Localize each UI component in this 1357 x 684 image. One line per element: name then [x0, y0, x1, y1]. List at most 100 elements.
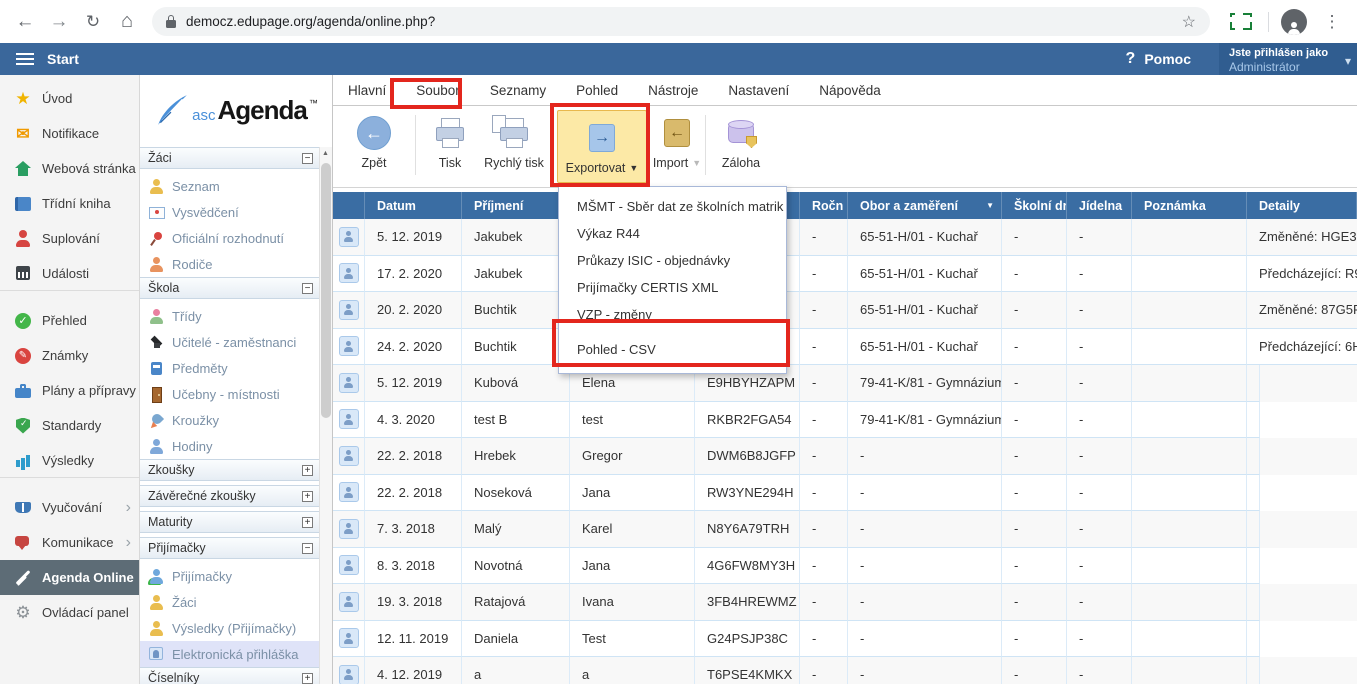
print-button[interactable]: Tisk: [423, 110, 477, 170]
table-row[interactable]: 4. 3. 2020 test B test RKBR2FGA54 - 79-4…: [333, 402, 1357, 439]
agenda-item[interactable]: Přijímačky: [140, 563, 319, 589]
export-menu-item[interactable]: Pohled - CSV: [559, 336, 786, 363]
group-header-ciselniky[interactable]: Číselníky: [140, 667, 319, 684]
table-row[interactable]: 22. 2. 2018 Noseková Jana RW3YNE294H - -…: [333, 475, 1357, 512]
agenda-item[interactable]: Výsledky (Přijímačky): [140, 615, 319, 641]
group-header-prijimacky[interactable]: Přijímačky: [140, 537, 319, 559]
agenda-item[interactable]: Hodiny: [140, 433, 319, 459]
import-button[interactable]: Import ▼: [651, 110, 703, 170]
expand-plus-icon[interactable]: [302, 673, 313, 684]
address-bar[interactable]: democz.edupage.org/agenda/online.php?: [152, 7, 1210, 36]
menu-item[interactable]: Hlavní: [333, 83, 401, 98]
table-row[interactable]: 20. 2. 2020 Buchtik - 65-51-H/01 - Kucha…: [333, 292, 1357, 329]
browser-back-icon[interactable]: [13, 10, 37, 34]
table-row[interactable]: 17. 2. 2020 Jakubek - 65-51-H/01 - Kucha…: [333, 256, 1357, 293]
student-card-button[interactable]: [339, 482, 359, 502]
student-card-button[interactable]: [339, 665, 359, 684]
browser-home-icon[interactable]: [115, 10, 139, 34]
agenda-item[interactable]: Předměty: [140, 355, 319, 381]
collapse-minus-icon[interactable]: [302, 153, 313, 164]
student-card-button[interactable]: [339, 555, 359, 575]
menu-item[interactable]: Nápověda: [804, 83, 896, 98]
sidebar-item[interactable]: Agenda Online: [0, 560, 139, 595]
group-header-zaverecne-zkousky[interactable]: Závěrečné zkoušky: [140, 485, 319, 507]
back-button[interactable]: Zpět: [343, 110, 405, 170]
column-header-detaily[interactable]: Detaily: [1247, 192, 1357, 219]
menu-item[interactable]: Nastavení: [713, 83, 804, 98]
export-button[interactable]: Exportovat ▼: [557, 110, 647, 183]
sidebar-item[interactable]: Webová stránka: [0, 151, 139, 186]
sidebar-item[interactable]: Ovládací panel: [0, 595, 139, 630]
quick-print-button[interactable]: Rychlý tisk: [479, 110, 549, 170]
column-header-jidelna[interactable]: Jídelna: [1067, 192, 1132, 219]
column-header-rocnik[interactable]: Ročn: [800, 192, 848, 219]
student-card-button[interactable]: [339, 519, 359, 539]
fullscreen-cast-icon[interactable]: [1230, 13, 1252, 30]
export-menu-item[interactable]: Průkazy ISIC - objednávky: [559, 247, 786, 274]
agenda-item[interactable]: Učebny - místnosti: [140, 381, 319, 407]
column-header-poznamka[interactable]: Poznámka: [1132, 192, 1247, 219]
bookmark-star-icon[interactable]: [1182, 12, 1196, 32]
start-button[interactable]: Start: [47, 51, 79, 67]
browser-forward-icon[interactable]: [47, 10, 71, 34]
agenda-item[interactable]: Třídy: [140, 303, 319, 329]
expand-plus-icon[interactable]: [302, 465, 313, 476]
agenda-item[interactable]: Seznam: [140, 173, 319, 199]
group-header-skola[interactable]: Škola: [140, 277, 319, 299]
expand-plus-icon[interactable]: [302, 491, 313, 502]
table-row[interactable]: 5. 12. 2019 Jakubek - 65-51-H/01 - Kucha…: [333, 219, 1357, 256]
export-menu-item[interactable]: VZP - změny: [559, 301, 786, 328]
group-header-zkousky[interactable]: Zkoušky: [140, 459, 319, 481]
student-card-button[interactable]: [339, 373, 359, 393]
menu-item[interactable]: Pohled: [561, 83, 633, 98]
browser-menu-icon[interactable]: [1320, 10, 1344, 34]
sidebar-item[interactable]: Vyučování: [0, 490, 139, 525]
collapse-minus-icon[interactable]: [302, 543, 313, 554]
column-header-obor[interactable]: Obor a zaměření: [848, 192, 1002, 219]
sidebar-item[interactable]: Přehled: [0, 303, 139, 338]
table-row[interactable]: 5. 12. 2019 Kubová Elena E9HBYHZAPM - 79…: [333, 365, 1357, 402]
agenda-item[interactable]: Oficiální rozhodnutí: [140, 225, 319, 251]
group-header-maturity[interactable]: Maturity: [140, 511, 319, 533]
sidebar-item[interactable]: Suplování: [0, 221, 139, 256]
column-header-druzina[interactable]: Školní dru: [1002, 192, 1067, 219]
column-header-prijmeni[interactable]: Příjmení: [462, 192, 570, 219]
table-row[interactable]: 24. 2. 2020 Buchtik - 65-51-H/01 - Kucha…: [333, 329, 1357, 366]
sidebar-item[interactable]: Komunikace: [0, 525, 139, 560]
sidebar-item[interactable]: Události: [0, 256, 139, 291]
menu-item[interactable]: Nástroje: [633, 83, 713, 98]
agenda-item[interactable]: Kroužky: [140, 407, 319, 433]
sidebar-item[interactable]: Úvod: [0, 81, 139, 116]
backup-button[interactable]: Záloha: [713, 110, 769, 170]
menu-item[interactable]: Seznamy: [475, 83, 561, 98]
export-menu-item[interactable]: Výkaz R44: [559, 220, 786, 247]
sidebar-item[interactable]: Notifikace: [0, 116, 139, 151]
scrollbar-thumb[interactable]: [321, 163, 331, 418]
agenda-item[interactable]: Elektronická přihláška: [140, 641, 319, 667]
agenda-item[interactable]: Žáci: [140, 589, 319, 615]
browser-reload-icon[interactable]: [81, 10, 105, 34]
export-menu-item[interactable]: Prijímačky CERTIS XML: [559, 274, 786, 301]
sidebar-item[interactable]: Třídní kniha: [0, 186, 139, 221]
hamburger-menu-icon[interactable]: [16, 58, 34, 60]
url-text[interactable]: democz.edupage.org/agenda/online.php?: [186, 14, 435, 29]
student-card-button[interactable]: [339, 227, 359, 247]
table-row[interactable]: 19. 3. 2018 Ratajová Ivana 3FB4HREWMZ - …: [333, 584, 1357, 621]
column-header-icon[interactable]: [333, 192, 365, 219]
table-row[interactable]: 7. 3. 2018 Malý Karel N8Y6A79TRH - - - -: [333, 511, 1357, 548]
student-card-button[interactable]: [339, 409, 359, 429]
collapse-minus-icon[interactable]: [302, 283, 313, 294]
student-card-button[interactable]: [339, 446, 359, 466]
student-card-button[interactable]: [339, 300, 359, 320]
menu-item[interactable]: Soubor: [401, 83, 475, 98]
agenda-item[interactable]: Rodiče: [140, 251, 319, 277]
table-row[interactable]: 12. 11. 2019 Daniela Test G24PSJP38C - -…: [333, 621, 1357, 658]
agenda-item[interactable]: Učitelé - zaměstnanci: [140, 329, 319, 355]
student-card-button[interactable]: [339, 336, 359, 356]
agenda-scrollbar[interactable]: [319, 147, 332, 684]
student-card-button[interactable]: [339, 263, 359, 283]
account-role-selector[interactable]: Jste přihlášen jako Administrátor: [1219, 43, 1357, 75]
browser-profile-avatar[interactable]: [1281, 9, 1307, 35]
student-card-button[interactable]: [339, 592, 359, 612]
export-menu-item[interactable]: MŠMT - Sběr dat ze školních matrik: [559, 193, 786, 220]
